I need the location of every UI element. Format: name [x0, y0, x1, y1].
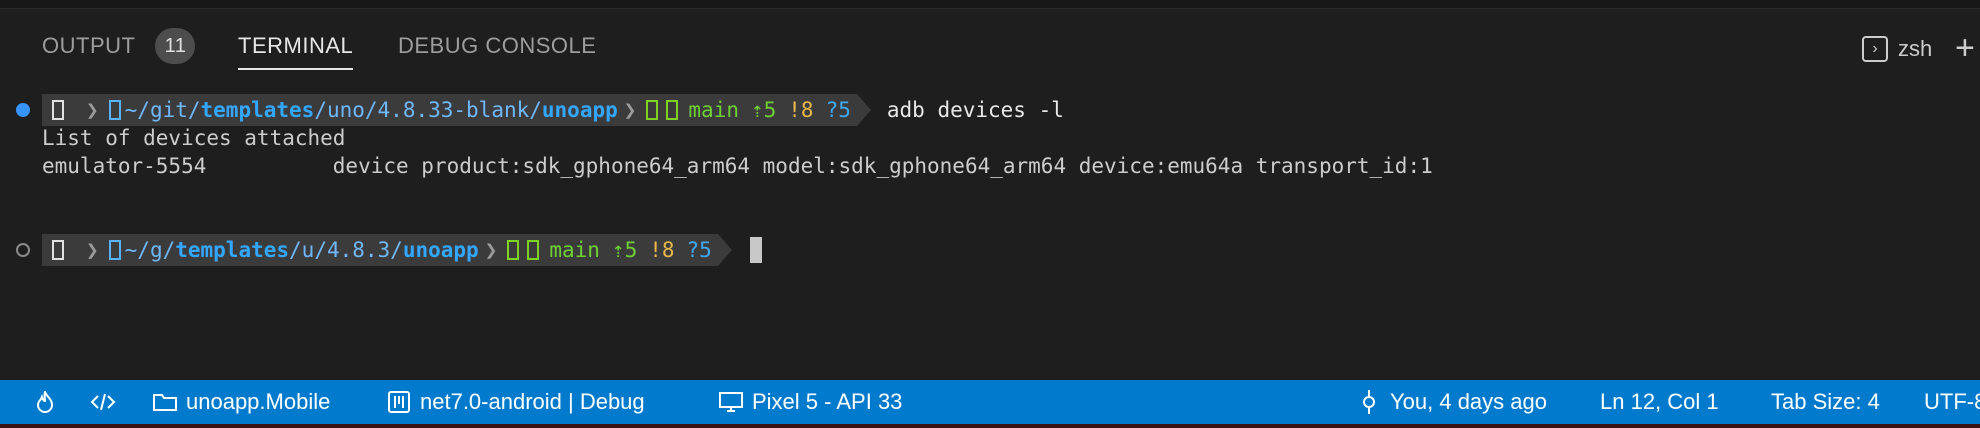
- prompt-end-arrow: [856, 94, 871, 126]
- path-current: unoapp: [541, 98, 618, 122]
- folder-icon: [152, 389, 178, 415]
- panel-tab-bar: OUTPUT 11 TERMINAL DEBUG CONSOLE › zsh +: [0, 10, 1980, 72]
- git-commit-icon: [1356, 389, 1382, 415]
- command-success-decoration[interactable]: [16, 103, 30, 117]
- terminal-shell-label: zsh: [1898, 36, 1933, 61]
- os-icon: [52, 240, 64, 260]
- branch-icon: [527, 240, 540, 260]
- tab-output[interactable]: OUTPUT 11: [42, 26, 196, 66]
- flame-icon: [32, 389, 58, 415]
- git-ahead-count: ⇡5: [750, 98, 777, 122]
- os-icon: [52, 100, 64, 120]
- path-middle: /u/4.8.3/: [289, 238, 403, 262]
- terminal-shell-selector[interactable]: › zsh: [1862, 36, 1932, 62]
- segment-separator-icon: ❯: [86, 98, 99, 122]
- branch-icon: [666, 100, 679, 120]
- path-middle: /uno/4.8.33-blank/: [314, 98, 542, 122]
- tab-size-label: Tab Size: 4: [1771, 389, 1880, 414]
- folder-icon: [108, 100, 121, 120]
- terminal-command: adb devices -l: [886, 98, 1064, 122]
- prompt-path-segment: ❯ ~/git/templates/uno/4.8.33-blank/unoap…: [74, 94, 857, 126]
- tab-terminal[interactable]: TERMINAL: [238, 26, 354, 70]
- build-target-selector[interactable]: net7.0-android | Debug: [386, 380, 645, 424]
- encoding-label: UTF-8: [1924, 389, 1980, 414]
- git-untracked-count: ?5: [825, 98, 851, 122]
- path-anchor: templates: [200, 98, 315, 122]
- git-icon: [507, 240, 520, 260]
- tab-size-item[interactable]: Tab Size: 4: [1771, 380, 1880, 424]
- tab-output-label: OUTPUT: [42, 33, 136, 58]
- project-label: unoapp.Mobile: [186, 389, 331, 414]
- terminal-output-line: List of devices attached: [42, 126, 346, 150]
- prompt-line-1: ❯ ~/git/templates/uno/4.8.33-blank/unoap…: [42, 94, 1064, 126]
- top-edge: [0, 0, 1980, 9]
- path-anchor: templates: [175, 238, 290, 262]
- terminal-icon: ›: [1862, 36, 1888, 62]
- cursor-position[interactable]: Ln 12, Col 1: [1600, 380, 1719, 424]
- build-config-icon: [386, 389, 412, 415]
- git-blame-item[interactable]: You, 4 days ago: [1356, 380, 1547, 424]
- tab-terminal-label: TERMINAL: [238, 33, 354, 58]
- status-bar: unoapp.Mobile net7.0-android | Debug Pix…: [0, 380, 1980, 424]
- prompt-end-arrow: [717, 234, 732, 266]
- git-ahead-count: ⇡5: [611, 238, 638, 262]
- tab-debug-console-label: DEBUG CONSOLE: [398, 33, 597, 58]
- git-icon: [646, 100, 659, 120]
- monitor-icon: [718, 389, 744, 415]
- git-branch: main: [549, 238, 600, 262]
- path-prefix: ~/g/: [124, 238, 176, 262]
- cursor-position-label: Ln 12, Col 1: [1600, 389, 1719, 414]
- terminal-output-line: emulator-5554 device product:sdk_gphone6…: [42, 154, 1433, 178]
- git-modified-count: !8: [649, 238, 675, 262]
- prompt-path-segment: ❯ ~/g/templates/u/4.8.3/unoapp ❯ main ⇡5…: [74, 234, 718, 266]
- device-selector[interactable]: Pixel 5 - API 33: [718, 380, 902, 424]
- git-modified-count: !8: [788, 98, 814, 122]
- device-label: Pixel 5 - API 33: [752, 389, 903, 414]
- prompt-line-2: ❯ ~/g/templates/u/4.8.3/unoapp ❯ main ⇡5…: [42, 234, 762, 266]
- path-prefix: ~/git/: [124, 98, 201, 122]
- build-target-label: net7.0-android | Debug: [420, 389, 645, 414]
- tab-debug-console[interactable]: DEBUG CONSOLE: [398, 26, 596, 66]
- path-current: unoapp: [402, 238, 479, 262]
- project-selector[interactable]: unoapp.Mobile: [152, 380, 330, 424]
- git-branch: main: [688, 98, 739, 122]
- command-pending-decoration[interactable]: [16, 243, 30, 257]
- plus-icon: +: [1955, 29, 1975, 67]
- git-untracked-count: ?5: [686, 238, 712, 262]
- flame-button[interactable]: [32, 380, 66, 424]
- prompt-os-segment: [42, 94, 74, 126]
- new-terminal-button[interactable]: +: [1955, 28, 1975, 68]
- code-button[interactable]: [90, 380, 124, 424]
- output-count-badge: 11: [155, 28, 196, 64]
- encoding-item[interactable]: UTF-8: [1924, 380, 1980, 424]
- segment-separator-icon: ❯: [623, 98, 637, 122]
- prompt-os-segment: [42, 234, 74, 266]
- folder-icon: [108, 240, 121, 260]
- git-blame-label: You, 4 days ago: [1390, 389, 1547, 414]
- segment-separator-icon: ❯: [86, 238, 99, 262]
- window-bottom-edge: [0, 424, 1980, 428]
- code-brackets-icon: [90, 389, 116, 415]
- terminal-cursor: [749, 237, 762, 263]
- segment-separator-icon: ❯: [484, 238, 498, 262]
